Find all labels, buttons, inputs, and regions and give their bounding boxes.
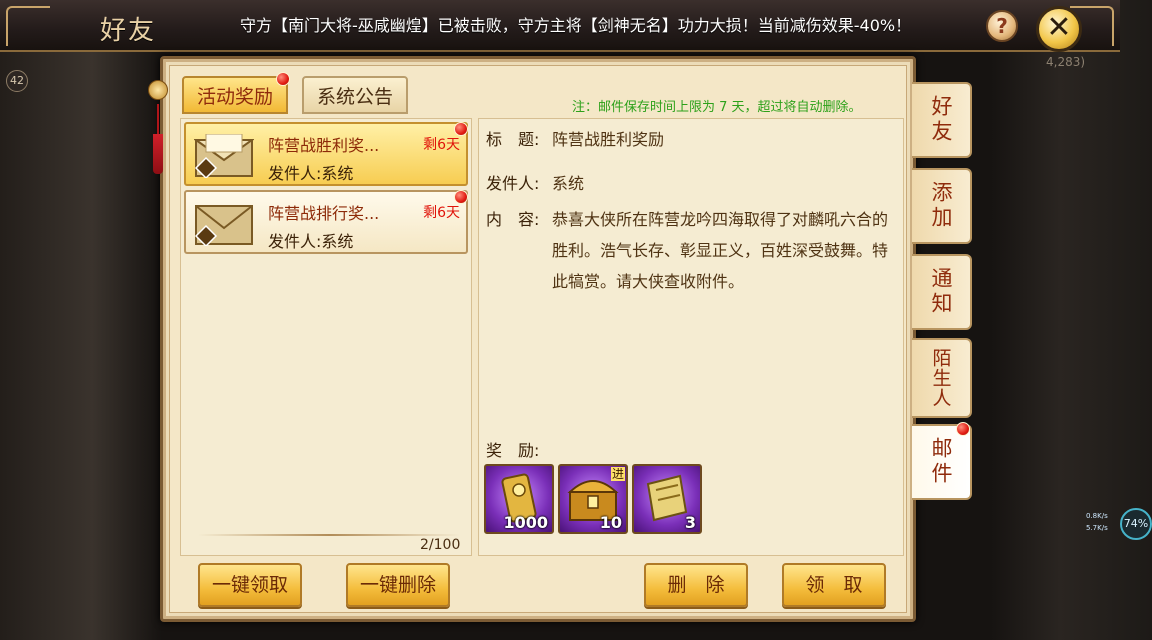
reward-slot[interactable]: 1000 xyxy=(484,464,554,534)
mail-days-left: 剩6天 xyxy=(423,205,460,221)
mail-sender-value: 系统 xyxy=(552,174,585,193)
battery-indicator: 74% xyxy=(1120,508,1152,540)
envelope-open-icon xyxy=(194,134,254,178)
reward-slot[interactable]: 3 xyxy=(632,464,702,534)
sender-label: 发件人: xyxy=(486,174,540,193)
close-button[interactable]: ✕ xyxy=(1036,6,1082,52)
mail-days-left: 剩6天 xyxy=(423,137,460,153)
claim-all-button[interactable]: 一键领取 xyxy=(198,563,302,607)
net-down: 5.7K/s xyxy=(1086,524,1108,532)
rewards-label: 奖 励: xyxy=(486,441,540,460)
side-tab-strangers[interactable]: 陌生人 xyxy=(912,338,972,418)
upgrade-tag: 进 xyxy=(610,467,625,481)
tassel-ornament xyxy=(148,80,168,200)
mail-subject: 阵营战排行奖... xyxy=(268,204,380,223)
coords-readout: 4,283) xyxy=(1046,55,1086,69)
reward-slot[interactable]: 进 10 xyxy=(558,464,628,534)
notification-dot-icon xyxy=(454,122,468,136)
tab-label: 系统公告 xyxy=(316,86,393,108)
help-button[interactable]: ? xyxy=(986,10,1018,42)
side-tab-notifications[interactable]: 通知 xyxy=(912,254,972,330)
side-tab-add[interactable]: 添加 xyxy=(912,168,972,244)
mail-list-item[interactable]: 阵营战胜利奖... 发件人:系统 剩6天 xyxy=(184,122,468,186)
mail-list-item[interactable]: 阵营战排行奖... 发件人:系统 剩6天 xyxy=(184,190,468,254)
notification-dot-icon xyxy=(956,422,970,436)
reward-quantity: 3 xyxy=(684,513,696,532)
tab-label: 活动奖励 xyxy=(196,86,273,108)
tassel-fringe xyxy=(153,134,163,174)
tab-activity-rewards[interactable]: 活动奖励 xyxy=(182,76,288,114)
mail-title-value: 阵营战胜利奖励 xyxy=(552,130,665,149)
reward-quantity: 1000 xyxy=(503,513,548,532)
net-up: 0.8K/s xyxy=(1086,512,1108,520)
content-label: 内 容: xyxy=(486,210,540,229)
mail-sender: 发件人:系统 xyxy=(268,232,354,251)
broadcast-marquee: 守方【南门大将-巫咸幽煌】已被击败，守方主将【剑神无名】功力大损！当前减伤效果-… xyxy=(240,16,912,35)
reward-quantity: 10 xyxy=(599,513,622,532)
delete-all-button[interactable]: 一键删除 xyxy=(346,563,450,607)
mail-subject: 阵营战胜利奖... xyxy=(268,136,380,155)
notification-dot-icon xyxy=(454,190,468,204)
page-title: 好友 xyxy=(100,16,157,46)
mail-retention-notice: 注：邮件保存时间上限为 7 天，超过将自动删除。 xyxy=(572,100,862,115)
tassel-cord xyxy=(157,104,159,134)
mail-sender: 发件人:系统 xyxy=(268,164,354,183)
tab-system-announcements[interactable]: 系统公告 xyxy=(302,76,408,114)
mail-content: 恭喜大侠所在阵营龙吟四海取得了对麟吼六合的胜利。浩气长存、彰显正义，百姓深受鼓舞… xyxy=(552,210,889,291)
level-badge: 42 xyxy=(6,70,28,92)
envelope-closed-icon xyxy=(194,205,253,246)
header-ornament-left xyxy=(6,6,50,46)
network-speed: 0.8K/s 5.7K/s xyxy=(1086,510,1108,534)
flower-icon xyxy=(148,80,168,100)
mail-count: 2/100 xyxy=(420,537,461,553)
side-tab-friends[interactable]: 好友 xyxy=(912,82,972,158)
title-label: 标 题: xyxy=(486,130,540,149)
claim-button[interactable]: 领 取 xyxy=(782,563,886,607)
notification-dot-icon xyxy=(276,72,290,86)
list-divider xyxy=(198,534,460,536)
delete-button[interactable]: 删 除 xyxy=(644,563,748,607)
